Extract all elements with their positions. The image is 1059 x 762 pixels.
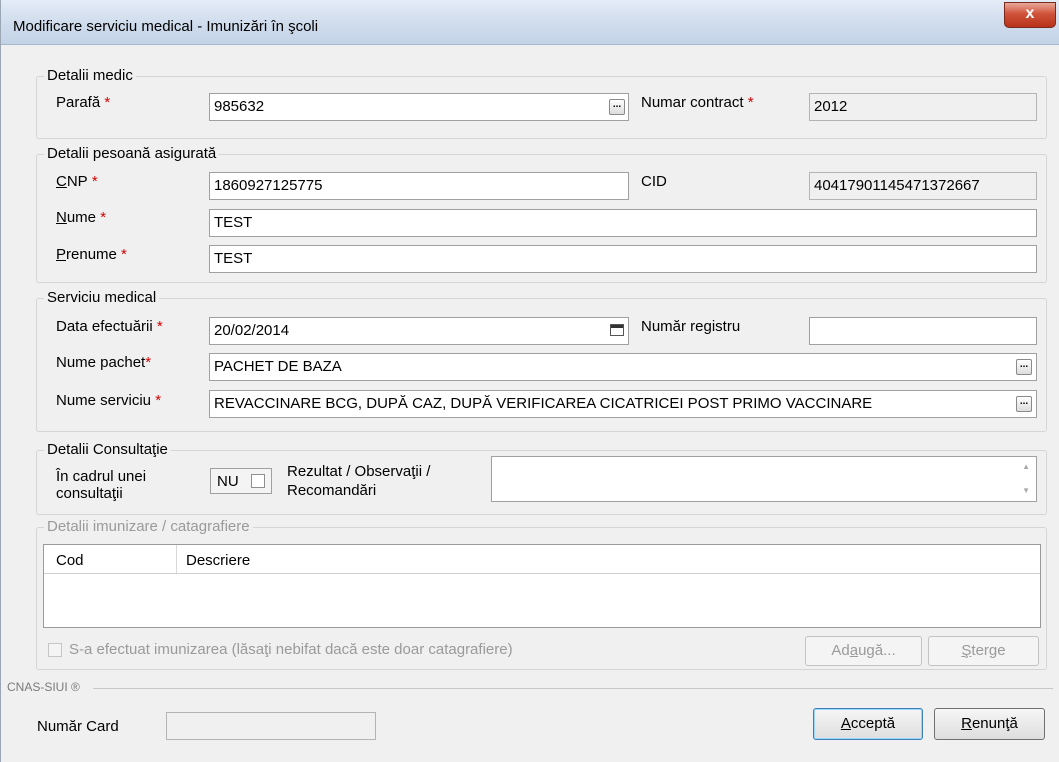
contract-field: 2012 xyxy=(809,93,1037,121)
close-button[interactable]: x xyxy=(1004,2,1056,28)
consultatie-checkbox[interactable] xyxy=(251,474,265,488)
legend-detalii-imunizare: Detalii imunizare / catagrafiere xyxy=(44,518,253,535)
footer-divider xyxy=(93,688,1053,689)
nume-pachet-label: Nume pachet* xyxy=(56,354,152,371)
rezultat-label-2: Recomandări xyxy=(287,482,377,499)
parafa-input[interactable]: 985632 xyxy=(209,93,629,121)
nume-input[interactable]: TEST xyxy=(209,209,1037,237)
column-divider xyxy=(176,545,177,573)
consultatie-toggle[interactable]: NU xyxy=(210,468,272,494)
cadru-consultatie-label-1: În cadrul unei xyxy=(56,468,147,485)
imunizare-checkbox-label: S-a efectuat imunizarea (lăsaţi nebifat … xyxy=(69,641,513,658)
nume-label: Nume * xyxy=(56,209,107,226)
pachet-browse-button[interactable]: ... xyxy=(1016,359,1032,375)
nume-serviciu-label: Nume serviciu * xyxy=(56,392,162,409)
data-efectuarii-input[interactable]: 20/02/2014 xyxy=(209,317,629,345)
numar-registru-label: Număr registru xyxy=(641,318,741,335)
prenume-input[interactable]: TEST xyxy=(209,245,1037,273)
imunizare-grid[interactable]: Cod Descriere xyxy=(43,544,1041,628)
numar-card-label: Număr Card xyxy=(37,718,119,735)
legend-detalii-medic: Detalii medic xyxy=(44,67,136,84)
column-header-cod[interactable]: Cod xyxy=(56,552,84,569)
data-efectuarii-label: Data efectuării * xyxy=(56,318,163,335)
renunta-button[interactable]: Renunţă xyxy=(934,708,1045,740)
calendar-icon[interactable] xyxy=(610,324,624,336)
prenume-label: Prenume * xyxy=(56,246,127,263)
rezultat-label-1: Rezultat / Observaţii / xyxy=(287,463,431,480)
dialog-window: Modificare serviciu medical - Imunizări … xyxy=(0,0,1059,762)
window-title: Modificare serviciu medical - Imunizări … xyxy=(13,18,319,35)
consultatie-toggle-value: NU xyxy=(217,473,239,490)
nume-serviciu-input[interactable]: REVACCINARE BCG, DUPĂ CAZ, DUPĂ VERIFICA… xyxy=(209,390,1037,418)
cnas-siui-label: CNAS-SIUI ® xyxy=(7,680,80,694)
accepta-button[interactable]: Acceptă xyxy=(813,708,923,740)
legend-detalii-consultatie: Detalii Consultaţie xyxy=(44,441,171,458)
legend-serviciu-medical: Serviciu medical xyxy=(44,289,160,306)
sterge-button[interactable]: Şterge xyxy=(928,636,1039,666)
scroll-down-icon[interactable]: ▼ xyxy=(1022,486,1030,495)
cadru-consultatie-label-2: consultaţii xyxy=(56,485,123,502)
cnp-input[interactable]: 1860927125775 xyxy=(209,172,629,200)
scroll-up-icon[interactable]: ▲ xyxy=(1022,462,1030,471)
imunizare-checkbox[interactable] xyxy=(48,643,62,657)
grid-header: Cod Descriere xyxy=(44,545,1040,574)
parafa-label: Parafă * xyxy=(56,94,111,111)
numar-registru-input[interactable] xyxy=(809,317,1037,345)
adauga-button[interactable]: Adaugă... xyxy=(805,636,922,666)
parafa-browse-button[interactable]: ... xyxy=(609,99,625,115)
rezultat-textarea[interactable]: ▲ ▼ xyxy=(491,456,1037,502)
column-header-descriere[interactable]: Descriere xyxy=(186,552,250,569)
cid-label: CID xyxy=(641,173,667,190)
nume-pachet-input[interactable]: PACHET DE BAZA xyxy=(209,353,1037,381)
cid-field: 40417901145471372667 xyxy=(809,172,1037,200)
contract-label: Numar contract * xyxy=(641,94,754,111)
serviciu-browse-button[interactable]: ... xyxy=(1016,396,1032,412)
title-bar[interactable]: Modificare serviciu medical - Imunizări … xyxy=(1,0,1059,45)
numar-card-field xyxy=(166,712,376,740)
cnp-label: CNP * xyxy=(56,173,98,190)
legend-detalii-persoana: Detalii pesoană asigurată xyxy=(44,145,220,162)
